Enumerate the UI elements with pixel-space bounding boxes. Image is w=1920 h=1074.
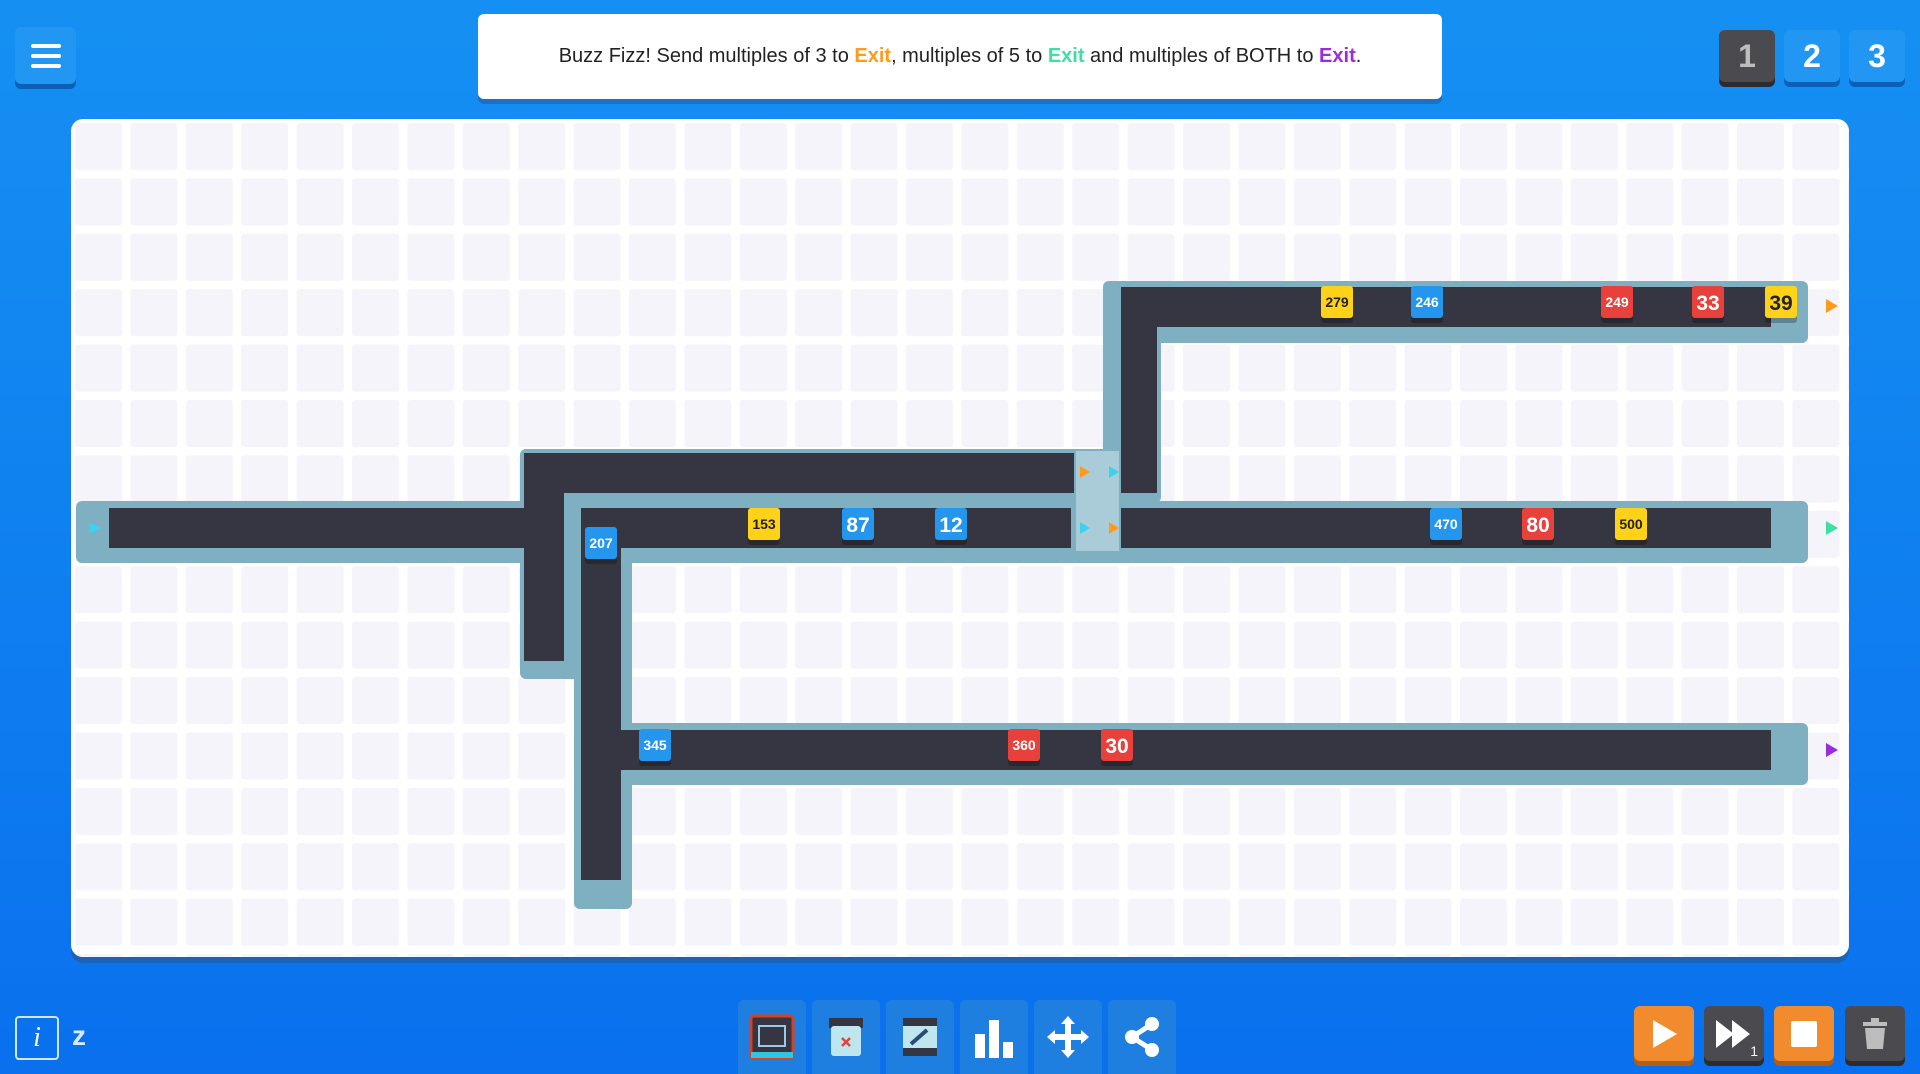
play-icon <box>1653 1019 1677 1048</box>
number-token: 249 <box>1601 286 1633 323</box>
token-value: 470 <box>1434 516 1458 532</box>
token-value: 153 <box>752 516 776 532</box>
exit-green-label: Exit <box>1047 45 1085 67</box>
trash-bin-tool[interactable] <box>812 1000 880 1074</box>
number-token: 87 <box>842 508 874 545</box>
token-value: 500 <box>1619 516 1643 532</box>
stats-tool[interactable] <box>960 1000 1028 1074</box>
token-value: 12 <box>939 514 962 537</box>
conveyor-tool[interactable] <box>738 1000 806 1074</box>
bar-chart-icon <box>975 1020 1013 1058</box>
fast-forward-multiplier: 1 <box>1750 1043 1758 1059</box>
bin-icon <box>829 1018 863 1056</box>
number-token: 30 <box>1101 729 1133 766</box>
game-board[interactable]: 279 246 249 33 39 207 153 87 12 470 80 500 345 360 30 <box>71 119 1849 957</box>
token-value: 87 <box>846 514 869 537</box>
token-value: 30 <box>1105 735 1128 758</box>
move-arrows-icon <box>1047 1016 1089 1058</box>
token-value: 279 <box>1325 294 1349 310</box>
hamburger-menu-icon <box>30 43 61 48</box>
fast-forward-icon <box>1716 1019 1750 1048</box>
token-value: 80 <box>1526 514 1549 537</box>
play-button[interactable] <box>1634 1006 1694 1061</box>
stop-icon <box>1791 1020 1817 1047</box>
level-3-button[interactable]: 3 <box>1849 30 1905 82</box>
token-value: 39 <box>1769 292 1792 315</box>
stop-button[interactable] <box>1774 1006 1834 1061</box>
number-token: 153 <box>748 508 780 545</box>
board-canvas: 279 246 249 33 39 207 153 87 12 470 80 500 345 360 30 <box>71 119 1849 957</box>
number-token: 39 <box>1765 286 1797 323</box>
number-token: 360 <box>1008 729 1040 766</box>
token-value: 345 <box>643 737 667 753</box>
fast-forward-button[interactable]: 1 <box>1704 1006 1764 1061</box>
token-value: 207 <box>589 535 613 551</box>
number-token: 12 <box>935 508 967 545</box>
number-token: 207 <box>585 527 617 564</box>
splitter-junction <box>1076 451 1119 551</box>
number-token: 33 <box>1692 286 1724 323</box>
token-value: 249 <box>1605 294 1629 310</box>
level-1-button[interactable]: 1 <box>1719 30 1775 82</box>
info-button[interactable]: i <box>15 1016 59 1060</box>
hotkey-label: z <box>72 1020 86 1051</box>
level-2-button[interactable]: 2 <box>1784 30 1840 82</box>
exit-purple-label: Exit <box>1319 45 1356 67</box>
conveyor-icon <box>749 1014 795 1060</box>
token-value: 33 <box>1696 292 1719 315</box>
exit-orange-label: Exit <box>854 45 892 67</box>
number-token: 246 <box>1411 286 1443 323</box>
token-value: 360 <box>1012 737 1036 753</box>
sensor-tool[interactable] <box>886 1000 954 1074</box>
clear-button[interactable] <box>1845 1006 1905 1061</box>
instructions-text: Buzz Fizz! Send multiples of 3 to Exit, … <box>558 45 1362 67</box>
sensor-icon <box>903 1018 937 1056</box>
move-tool[interactable] <box>1034 1000 1102 1074</box>
number-token: 80 <box>1522 508 1554 545</box>
number-token: 279 <box>1321 286 1353 323</box>
trash-icon <box>1863 1017 1887 1049</box>
token-value: 246 <box>1415 294 1439 310</box>
share-tool[interactable] <box>1108 1000 1176 1074</box>
number-token: 500 <box>1615 508 1647 545</box>
number-token: 345 <box>639 729 671 766</box>
menu-button[interactable] <box>15 27 76 84</box>
tool-palette <box>738 1000 1176 1074</box>
instructions-panel: Buzz Fizz! Send multiples of 3 to Exit, … <box>478 14 1442 99</box>
share-icon <box>1125 1017 1159 1057</box>
number-token: 470 <box>1430 508 1462 545</box>
